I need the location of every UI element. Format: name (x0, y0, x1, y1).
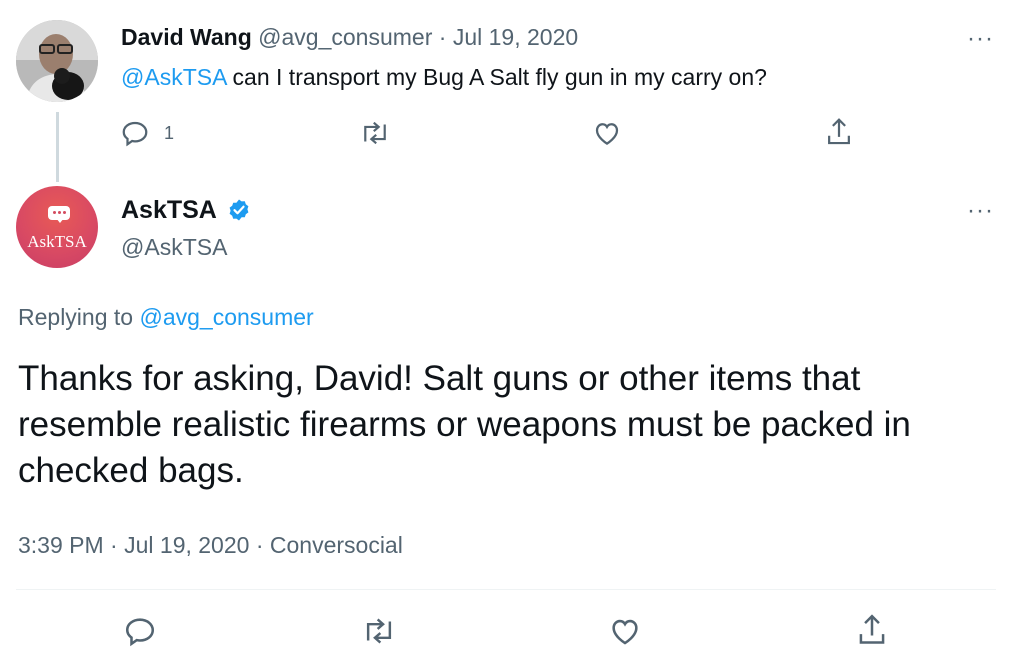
author-name[interactable]: David Wang (121, 24, 252, 50)
share-icon (828, 118, 850, 145)
author-name[interactable]: AskTSA (121, 196, 217, 224)
profile-photo (16, 20, 98, 102)
tweet-date[interactable]: Jul 19, 2020 (453, 24, 578, 50)
like-button[interactable] (592, 118, 622, 148)
avatar-david-wang[interactable] (16, 20, 98, 102)
avatar-asktsa[interactable]: AskTSA (16, 186, 98, 268)
tweet1-text: @AskTSA can I transport my Bug A Salt fl… (121, 64, 767, 91)
author-handle[interactable]: @avg_consumer (258, 24, 432, 50)
like-button[interactable] (608, 614, 642, 648)
tweet2-author: AskTSA (121, 196, 251, 227)
retweet-icon (366, 618, 392, 644)
tweet-source[interactable]: Conversocial (270, 532, 403, 558)
header-separator: · (438, 24, 447, 50)
tweet-time[interactable]: 3:39 PM (18, 532, 104, 558)
like-icon (612, 619, 638, 645)
replying-to-link[interactable]: @avg_consumer (139, 304, 313, 330)
replying-prefix: Replying to (18, 304, 140, 330)
tweet1-header: David Wang @avg_consumer · Jul 19, 2020 (121, 24, 578, 51)
tweet1-text-body: can I transport my Bug A Salt fly gun in… (226, 64, 767, 90)
mention-link[interactable]: @AskTSA (121, 64, 226, 90)
retweet-button[interactable] (358, 118, 392, 148)
meta-separator: · (110, 532, 118, 558)
retweet-icon (364, 121, 386, 145)
verified-badge-icon (227, 198, 251, 227)
share-button[interactable] (855, 612, 889, 648)
share-button[interactable] (824, 116, 854, 148)
tweet-date[interactable]: Jul 19, 2020 (124, 532, 249, 558)
replying-to: Replying to @avg_consumer (18, 304, 314, 331)
reply-icon (125, 618, 155, 647)
chat-bubble-tail (56, 218, 64, 223)
more-icon[interactable]: ··· (967, 199, 994, 223)
reply-button[interactable] (123, 614, 157, 648)
reply-button[interactable]: 1 (120, 118, 174, 148)
avatar-label: AskTSA (27, 232, 87, 251)
divider (16, 589, 996, 590)
author-handle[interactable]: @AskTSA (121, 234, 227, 261)
like-icon (595, 123, 619, 145)
thread-connector-line (56, 112, 59, 182)
tweet2-text: Thanks for asking, David! Salt guns or o… (18, 359, 911, 490)
meta-separator: · (255, 532, 264, 558)
reply-count: 1 (164, 122, 175, 143)
reply-icon (122, 121, 148, 147)
retweet-button[interactable] (360, 614, 398, 648)
more-icon[interactable]: ··· (967, 27, 994, 51)
share-icon (859, 614, 885, 644)
tweet-metadata: 3:39 PM · Jul 19, 2020 · Conversocial (18, 532, 403, 559)
